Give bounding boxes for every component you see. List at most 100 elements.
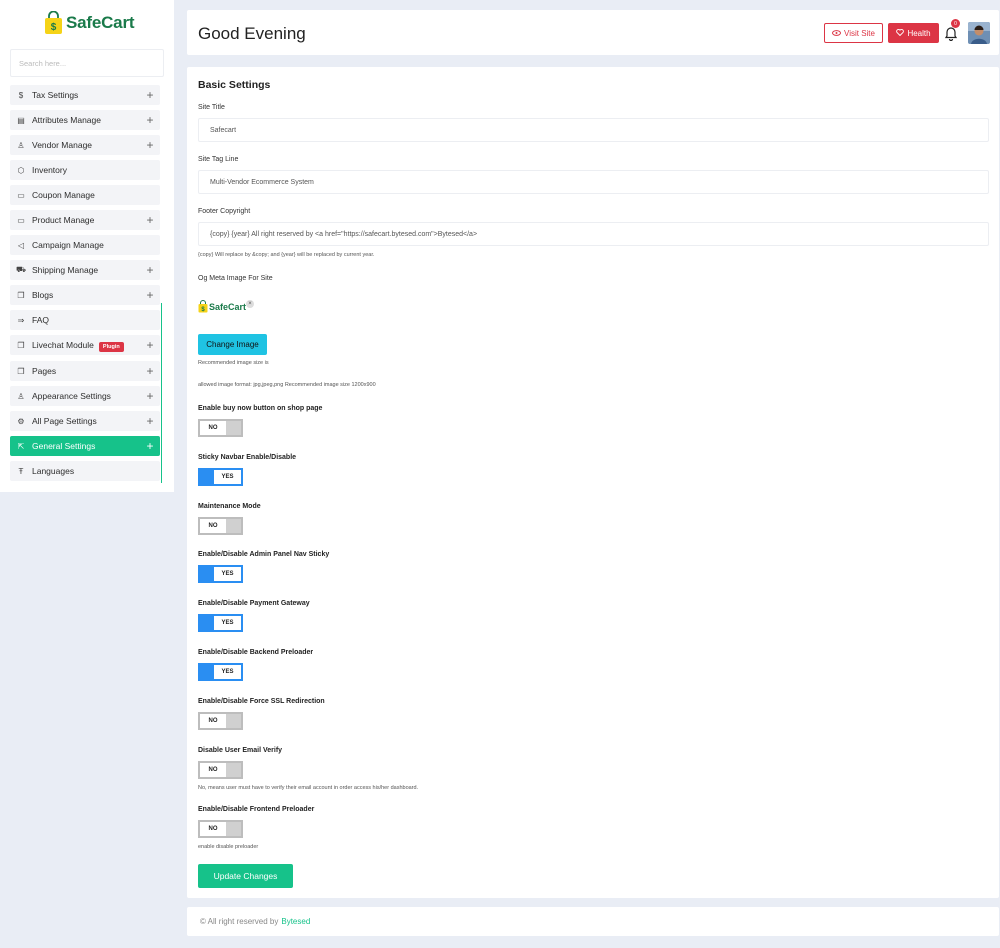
sidebar-item[interactable]: ⛟ Shipping Manage + bbox=[10, 260, 160, 280]
sidebar: $ SafeCart $ Tax Settings + ▤ Attributes Man… bbox=[0, 0, 174, 492]
external-icon: ⇱ bbox=[17, 441, 25, 451]
sidebar-scroll-rail bbox=[161, 303, 162, 483]
toggle-switch[interactable]: YES bbox=[198, 565, 243, 583]
expand-plus-icon[interactable]: + bbox=[140, 214, 160, 226]
expand-plus-icon[interactable]: + bbox=[140, 415, 160, 427]
sidebar-item[interactable]: ❐ Livechat Module Plugin + bbox=[10, 335, 160, 355]
svg-text:$: $ bbox=[51, 22, 57, 33]
toggle-switch[interactable]: NO bbox=[198, 517, 243, 535]
sidebar-item[interactable]: $ Tax Settings + bbox=[10, 85, 160, 105]
dollar-icon: $ bbox=[18, 90, 24, 100]
page-footer: © All right reserved by Bytesed bbox=[187, 907, 999, 936]
sidebar-item-text: Campaign Manage bbox=[32, 240, 104, 250]
sidebar-item[interactable]: ⇱ General Settings + bbox=[10, 436, 160, 456]
og-image-label: Og Meta Image For Site bbox=[198, 275, 273, 282]
expand-plus-icon[interactable]: + bbox=[140, 339, 160, 351]
site-title-input[interactable]: Safecart bbox=[198, 118, 989, 142]
toggle-switch[interactable]: YES bbox=[198, 663, 243, 681]
truck-icon: ⛟ bbox=[15, 265, 27, 274]
toggle-state: NO bbox=[200, 822, 226, 836]
toggle-state: YES bbox=[214, 616, 241, 630]
sidebar-item[interactable]: Ŧ Languages bbox=[10, 461, 160, 481]
expand-plus-icon[interactable]: + bbox=[140, 440, 160, 452]
sidebar-item[interactable]: ♙ Vendor Manage + bbox=[10, 135, 160, 155]
avatar[interactable] bbox=[968, 22, 990, 44]
expand-plus-icon[interactable]: + bbox=[140, 264, 160, 276]
tag-line-input[interactable]: Multi-Vendor Ecommerce System bbox=[198, 170, 989, 194]
og-image-text: SafeCart bbox=[209, 301, 247, 312]
expand-plus-icon[interactable]: + bbox=[140, 365, 160, 377]
sidebar-item[interactable]: ⬡ Inventory bbox=[10, 160, 160, 180]
sidebar-item-text: General Settings bbox=[32, 441, 96, 451]
toggle-switch[interactable]: YES bbox=[198, 468, 243, 486]
sidebar-item-text: Tax Settings bbox=[32, 90, 79, 100]
site-title-label: Site Title bbox=[198, 104, 225, 111]
sidebar-item-text: Coupon Manage bbox=[32, 190, 95, 200]
sidebar-item[interactable]: ⇒ FAQ bbox=[10, 310, 160, 330]
expand-plus-icon[interactable]: + bbox=[140, 89, 160, 101]
sidebar-item-label: Attributes Manage bbox=[32, 115, 140, 125]
health-button[interactable]: Health bbox=[888, 23, 939, 43]
allowed-format-hint: allowed image format: jpg,jpeg,png Recom… bbox=[198, 382, 376, 388]
sidebar-item-text: All Page Settings bbox=[32, 416, 97, 426]
copy-icon: ❐ bbox=[17, 290, 25, 300]
toggle-hint: enable disable preloader bbox=[198, 844, 259, 850]
toggle-state: NO bbox=[200, 763, 226, 777]
brush-icon: ♙ bbox=[17, 391, 25, 401]
sidebar-item-label: Livechat Module Plugin bbox=[32, 340, 140, 352]
footer-copyright-input[interactable]: {copy} {year} All right reserved by <a h… bbox=[198, 222, 989, 246]
toggle-label: Enable/Disable Frontend Preloader bbox=[198, 806, 315, 813]
toggle-switch[interactable]: NO bbox=[198, 761, 243, 779]
tag-line-label: Site Tag Line bbox=[198, 156, 239, 163]
shopping-bag-icon: $ bbox=[44, 10, 63, 35]
sidebar-item[interactable]: ❐ Pages + bbox=[10, 361, 160, 381]
sidebar-item-text: Livechat Module bbox=[32, 340, 94, 350]
toggle-switch[interactable]: NO bbox=[198, 820, 243, 838]
update-changes-button[interactable]: Update Changes bbox=[198, 864, 293, 888]
sidebar-item[interactable]: ⚙ All Page Settings + bbox=[10, 411, 160, 431]
sidebar-item[interactable]: ▭ Product Manage + bbox=[10, 210, 160, 230]
sidebar-item[interactable]: ❐ Blogs + bbox=[10, 285, 160, 305]
toggle-switch[interactable]: NO bbox=[198, 419, 243, 437]
sidebar-item-label: Inventory bbox=[32, 165, 160, 175]
expand-plus-icon[interactable]: + bbox=[140, 139, 160, 151]
og-image-preview: $ SafeCart bbox=[198, 300, 246, 313]
visit-site-button[interactable]: Visit Site bbox=[824, 23, 883, 43]
toggle-label: Enable/Disable Payment Gateway bbox=[198, 600, 310, 607]
expand-plus-icon[interactable]: + bbox=[140, 390, 160, 402]
sidebar-item-text: Inventory bbox=[32, 165, 67, 175]
sidebar-item-label: Appearance Settings bbox=[32, 391, 140, 401]
sidebar-item-text: Shipping Manage bbox=[32, 265, 99, 275]
sidebar-item-label: All Page Settings bbox=[32, 416, 140, 426]
recommended-size-hint: Recommended image size is bbox=[198, 360, 269, 366]
sidebar-item[interactable]: ▤ Attributes Manage + bbox=[10, 110, 160, 130]
toggle-state: NO bbox=[200, 421, 226, 435]
search-input[interactable] bbox=[11, 50, 163, 76]
toggle-switch[interactable]: NO bbox=[198, 712, 243, 730]
sidebar-item-label: Campaign Manage bbox=[32, 240, 160, 250]
sidebar-item-label: Vendor Manage bbox=[32, 140, 140, 150]
greeting-title: Good Evening bbox=[198, 24, 306, 43]
footer-copyright-hint: {copy} Will replace by &copy; and {year}… bbox=[198, 252, 375, 258]
toggle-state: NO bbox=[200, 519, 226, 533]
plugin-badge: Plugin bbox=[98, 342, 124, 352]
expand-plus-icon[interactable]: + bbox=[140, 289, 160, 301]
sidebar-item-text: Pages bbox=[32, 366, 57, 376]
change-image-button[interactable]: Change Image bbox=[198, 334, 267, 355]
sidebar-item-label: General Settings bbox=[32, 441, 140, 451]
toggle-label: Enable/Disable Admin Panel Nav Sticky bbox=[198, 551, 330, 558]
footer-link[interactable]: Bytesed bbox=[281, 917, 310, 926]
eye-icon bbox=[832, 29, 841, 38]
copy-icon: ❐ bbox=[17, 366, 25, 376]
sidebar-item[interactable]: ♙ Appearance Settings + bbox=[10, 386, 160, 406]
sidebar-item[interactable]: ▭ Coupon Manage bbox=[10, 185, 160, 205]
expand-plus-icon[interactable]: + bbox=[140, 114, 160, 126]
list-icon: ▤ bbox=[17, 115, 25, 125]
remove-image-icon[interactable]: × bbox=[246, 300, 254, 308]
sidebar-item[interactable]: ◁ Campaign Manage bbox=[10, 235, 160, 255]
toggle-label: Enable/Disable Force SSL Redirection bbox=[198, 698, 325, 705]
toggle-state: NO bbox=[200, 714, 226, 728]
toggle-switch[interactable]: YES bbox=[198, 614, 243, 632]
brand-logo[interactable]: $ SafeCart bbox=[44, 10, 135, 35]
sidebar-item-text: Languages bbox=[32, 466, 75, 476]
